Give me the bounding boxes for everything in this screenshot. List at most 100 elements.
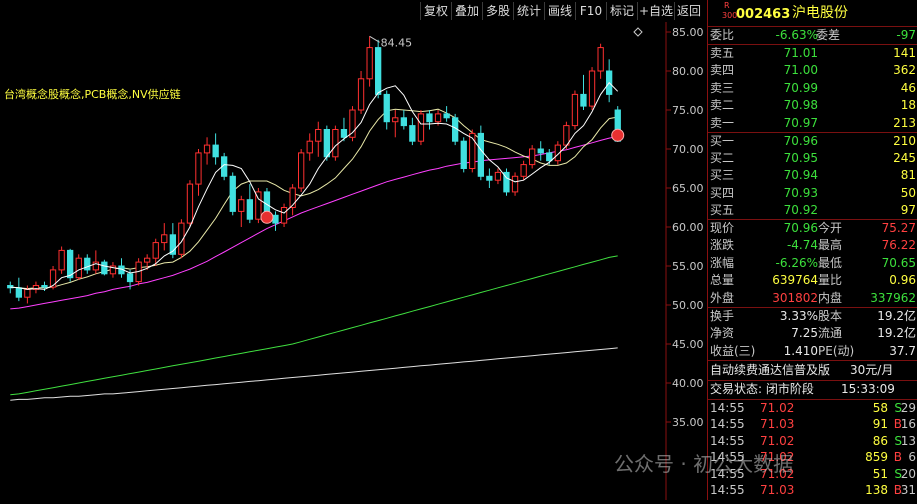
ask-price[interactable]: 71.01: [784, 45, 818, 62]
candle-body-41[interactable]: [357, 78, 365, 111]
candle-body-23[interactable]: [203, 144, 211, 154]
candle-body-4[interactable]: [41, 285, 48, 288]
bid-volume: 245: [893, 151, 916, 166]
candle-body-57[interactable]: [494, 171, 502, 181]
bid-row-4: 买四 70.93 50: [708, 185, 917, 202]
bid-price[interactable]: 70.95: [784, 150, 818, 167]
signal-marker-0[interactable]: [260, 210, 274, 224]
candle-body-55[interactable]: [477, 132, 485, 177]
candle-body-50[interactable]: [434, 113, 442, 123]
candle-body-26[interactable]: [229, 175, 236, 212]
candle-body-69[interactable]: [597, 47, 604, 72]
candle-body-51[interactable]: [443, 113, 450, 119]
candle-body-36[interactable]: [315, 129, 322, 142]
candle-body-44[interactable]: [383, 93, 390, 123]
price-axis-label-10: 35.00: [672, 416, 704, 429]
candle-body-38[interactable]: [332, 129, 339, 158]
chart-corner-diamond-icon[interactable]: [633, 27, 643, 37]
candle-body-7[interactable]: [67, 249, 74, 279]
ask-price[interactable]: 70.99: [784, 80, 818, 97]
ask-price[interactable]: 71.00: [784, 62, 818, 79]
stat-label: 涨跌: [710, 238, 735, 253]
candle-body-28[interactable]: [246, 199, 253, 220]
ask-row-1: 卖五 71.01 141: [708, 45, 917, 62]
ask-label: 卖二: [710, 98, 735, 113]
toolbar-button-4[interactable]: 画线: [544, 2, 575, 20]
toolbar-button-2[interactable]: 多股: [482, 2, 513, 20]
candle-body-32[interactable]: [280, 207, 288, 224]
toolbar-button-3[interactable]: 统计: [513, 2, 544, 20]
toolbar-button-7[interactable]: +自选: [637, 2, 674, 20]
candle-body-63[interactable]: [546, 152, 553, 162]
trade-status-row: 交易状态: 闭市阶段 15:33:09: [708, 381, 917, 398]
tick-time: 14:55: [710, 483, 745, 497]
toolbar-button-5[interactable]: F10: [575, 2, 606, 20]
signal-marker-1[interactable]: [611, 128, 625, 142]
candle-body-42[interactable]: [366, 47, 373, 80]
ask-price[interactable]: 70.97: [784, 115, 818, 132]
candle-body-62[interactable]: [537, 148, 544, 154]
candle-body-27[interactable]: [238, 199, 245, 212]
ask-price[interactable]: 70.98: [784, 97, 818, 114]
stat-label-2: 最低: [818, 255, 843, 270]
ask-volume: 213: [893, 115, 916, 130]
weicha-value: -97: [896, 28, 916, 42]
bid-price[interactable]: 70.92: [784, 202, 818, 219]
price-axis-label-6: 55.00: [672, 260, 704, 273]
candle-body-8[interactable]: [75, 257, 82, 279]
candle-body-48[interactable]: [417, 113, 425, 142]
candle-body-9[interactable]: [84, 257, 91, 271]
candle-body-2[interactable]: [24, 288, 31, 298]
candle-body-53[interactable]: [460, 140, 467, 169]
candle-body-49[interactable]: [426, 113, 433, 123]
stat-label-2: 最高: [818, 238, 843, 253]
stat-value-2: 76.22: [881, 238, 916, 253]
tick-count: 13: [900, 433, 916, 448]
candle-body-18[interactable]: [161, 234, 168, 244]
kline-chart-svg[interactable]: 85.00 80.00 75.00 70.00 65.00 60.00 55.00 50.00…: [0, 22, 706, 500]
bid-price[interactable]: 70.96: [784, 133, 818, 150]
candle-body-16[interactable]: [144, 257, 151, 263]
toolbar-button-6[interactable]: 标记: [606, 2, 637, 20]
candle-body-43[interactable]: [375, 47, 382, 95]
promo-price[interactable]: 30元/月: [850, 361, 893, 379]
candle-body-14[interactable]: [126, 273, 134, 283]
stat-label: 现价: [710, 221, 735, 235]
candle-body-21[interactable]: [186, 183, 194, 224]
kline-chart[interactable]: 85.00 80.00 75.00 70.00 65.00 60.00 55.00 50.00…: [0, 22, 706, 500]
candle-body-60[interactable]: [520, 164, 527, 177]
candle-body-46[interactable]: [400, 117, 408, 127]
candle-body-67[interactable]: [580, 93, 587, 107]
candle-body-56[interactable]: [486, 175, 493, 181]
stat-label-2: 内盘: [818, 290, 843, 305]
candle-body-6[interactable]: [58, 249, 65, 271]
toolbar-button-0[interactable]: 复权: [420, 2, 451, 20]
candle-body-17[interactable]: [152, 242, 159, 259]
candle-body-35[interactable]: [306, 140, 313, 154]
candle-body-11[interactable]: [101, 261, 108, 275]
candle-body-1[interactable]: [15, 287, 23, 298]
tick-row-2: 14:55 71.02 86 S 13: [708, 433, 917, 449]
candle-body-47[interactable]: [409, 125, 416, 142]
bid-price[interactable]: 70.94: [784, 167, 818, 184]
bid-price[interactable]: 70.93: [784, 185, 818, 202]
candle-body-22[interactable]: [195, 152, 202, 185]
tick-count: 20: [900, 466, 916, 481]
toolbar-button-1[interactable]: 叠加: [451, 2, 482, 20]
candle-body-66[interactable]: [571, 93, 579, 127]
candle-body-37[interactable]: [323, 129, 331, 158]
candle-body-34[interactable]: [298, 152, 305, 189]
ask-row-2: 卖四 71.00 362: [708, 62, 917, 79]
candle-body-45[interactable]: [392, 117, 399, 123]
candle-body-31[interactable]: [272, 214, 279, 224]
toolbar-button-8[interactable]: 返回: [674, 2, 703, 20]
candle-body-65[interactable]: [563, 125, 570, 146]
candle-body-61[interactable]: [529, 148, 536, 166]
candle-body-68[interactable]: [588, 70, 596, 107]
candle-body-39[interactable]: [340, 129, 348, 138]
candle-body-24[interactable]: [212, 144, 219, 158]
candle-body-59[interactable]: [511, 175, 519, 193]
promo-row[interactable]: 自动续费通达信普及版 30元/月: [708, 361, 917, 379]
price-axis-label-2: 75.00: [672, 104, 704, 117]
promo-text[interactable]: 自动续费通达信普及版: [710, 361, 830, 379]
